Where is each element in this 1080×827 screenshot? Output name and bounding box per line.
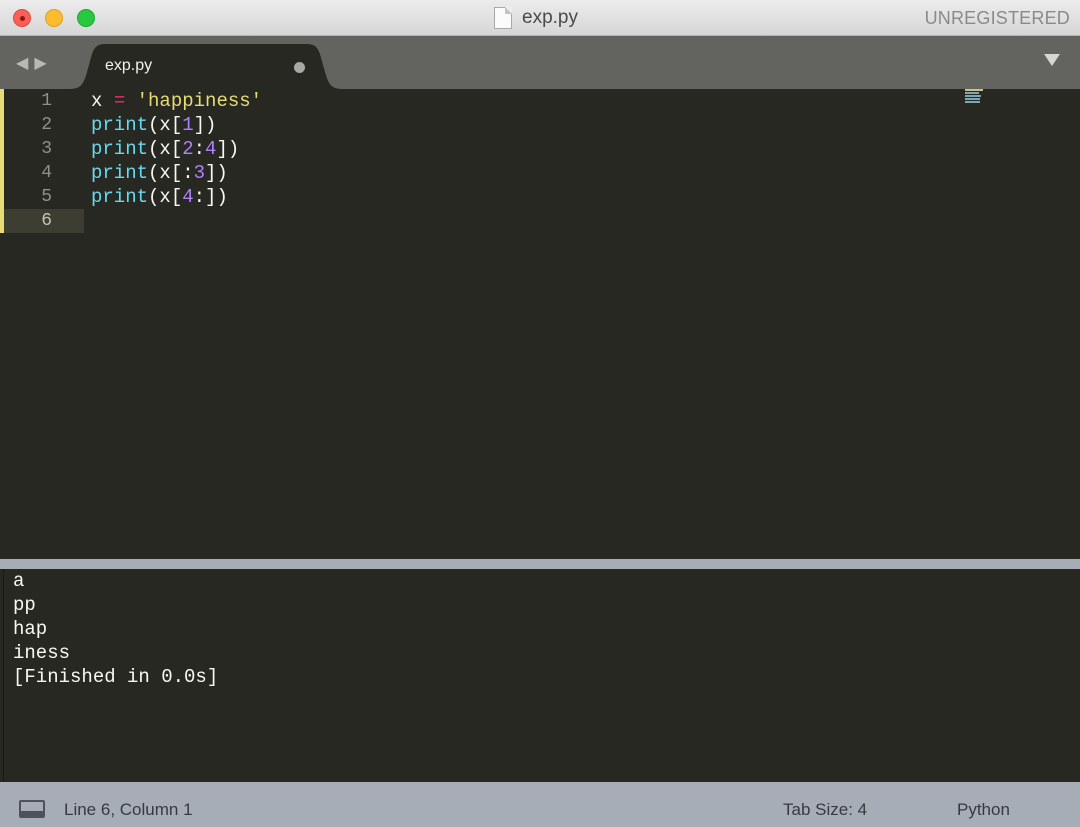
code-token: (x[: [148, 162, 194, 184]
line-number: 5 [0, 185, 84, 209]
code-token: ]) [205, 162, 228, 184]
code-token: print [91, 114, 149, 136]
output-line: iness [13, 642, 71, 664]
panel-splitter[interactable] [0, 559, 1080, 569]
line-number: 6 [0, 209, 84, 233]
line-number: 2 [0, 113, 84, 137]
line-number-gutter: 123456 [0, 89, 84, 559]
code-token: ]) [193, 114, 217, 136]
output-line: hap [13, 618, 48, 640]
status-bar: Line 6, Column 1 Tab Size: 4 Python [0, 792, 1080, 827]
output-line: pp [13, 594, 36, 616]
unsaved-changes-dot-icon[interactable] [294, 62, 305, 73]
code-token: 4 [205, 138, 217, 160]
code-token: ]) [216, 138, 240, 160]
show-panel-icon[interactable] [19, 800, 45, 818]
output-line: [Finished in 0.0s] [13, 666, 219, 688]
code-token: print [91, 162, 149, 184]
minimap[interactable] [965, 89, 985, 105]
code-editor[interactable]: 123456 x = 'happiness' print(x[1]) print(x… [0, 89, 1080, 559]
code-token: (x[ [148, 186, 183, 208]
code-area[interactable]: x = 'happiness' print(x[1]) print(x[2:4]) p… [91, 89, 262, 233]
code-token: 2 [182, 138, 194, 160]
code-token: print [91, 186, 149, 208]
code-token: 1 [182, 114, 194, 136]
forward-arrow-icon[interactable]: ▶ [34, 55, 52, 72]
code-line[interactable]: print(x[1]) [91, 113, 262, 137]
code-token: 4 [182, 186, 194, 208]
minimize-window-button[interactable] [45, 9, 63, 27]
code-line[interactable]: print(x[4:]) [91, 185, 262, 209]
code-token: (x[ [148, 138, 183, 160]
tab-size-selector[interactable]: Tab Size: 4 [783, 800, 867, 820]
line-number: 1 [0, 89, 84, 113]
code-line[interactable]: x = 'happiness' [91, 89, 262, 113]
line-number: 4 [0, 161, 84, 185]
code-token: : [193, 138, 206, 160]
code-token: print [91, 138, 149, 160]
code-line[interactable]: print(x[2:4]) [91, 137, 262, 161]
panel-border [0, 782, 1080, 792]
window-title: exp.py [522, 7, 578, 28]
zoom-window-button[interactable] [77, 9, 95, 27]
syntax-selector[interactable]: Python [957, 800, 1010, 820]
output-line: a [13, 570, 25, 592]
code-token: = [113, 90, 126, 112]
code-token: x [91, 90, 114, 112]
document-icon [494, 7, 512, 29]
code-token: 3 [193, 162, 206, 184]
code-token: :]) [193, 186, 228, 208]
line-number: 3 [0, 137, 84, 161]
close-window-button[interactable] [13, 9, 31, 27]
code-line[interactable] [91, 209, 262, 233]
build-output-panel[interactable]: a pp hap iness [Finished in 0.0s] [3, 569, 1077, 782]
tab-list-dropdown-icon[interactable] [1044, 54, 1060, 66]
code-token: 'happiness' [136, 90, 263, 112]
title-bar: exp.py UNREGISTERED [0, 0, 1080, 36]
tab-navigation[interactable]: ◀▶ [16, 53, 53, 73]
tab-bar: ◀▶ exp.py [0, 36, 1080, 89]
tab-label: exp.py [105, 57, 153, 74]
output-lines: a pp hap iness [Finished in 0.0s] [4, 569, 1077, 689]
code-token: (x[ [148, 114, 183, 136]
code-line[interactable]: print(x[:3]) [91, 161, 262, 185]
license-status: UNREGISTERED [924, 8, 1070, 28]
cursor-position: Line 6, Column 1 [64, 800, 193, 819]
back-arrow-icon[interactable]: ◀ [16, 55, 34, 72]
tab-exp-py[interactable]: exp.py [70, 44, 342, 89]
